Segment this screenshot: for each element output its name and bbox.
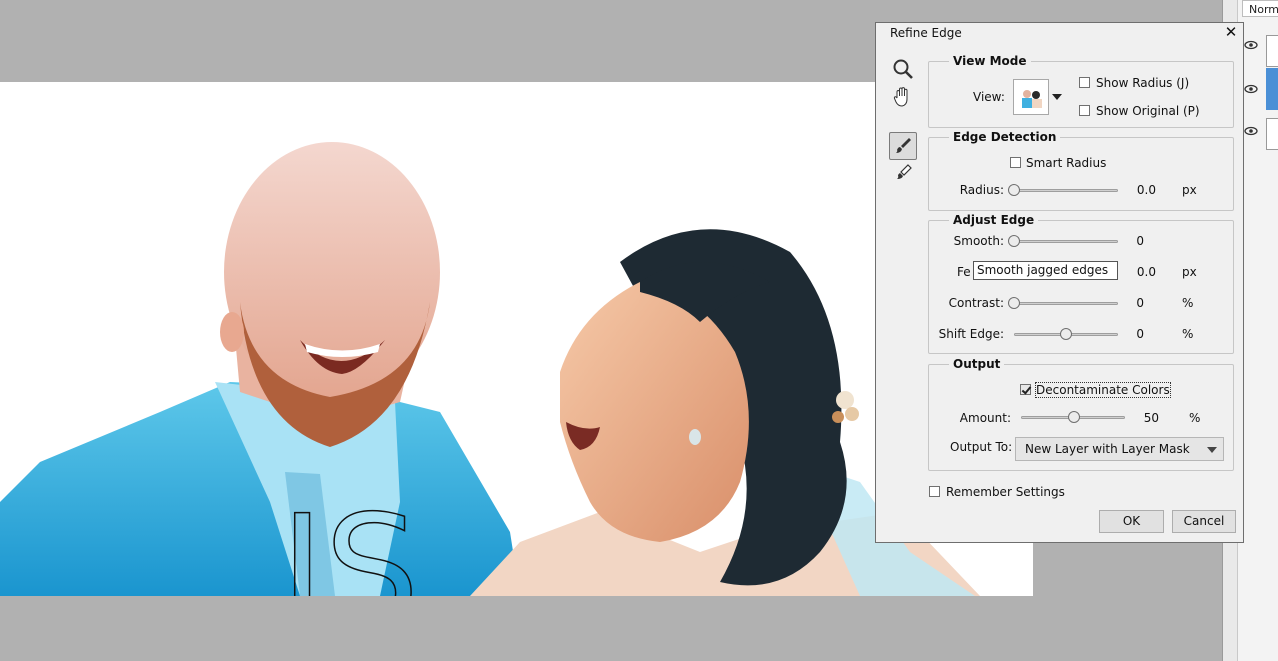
view-thumbnail[interactable] [1013, 79, 1049, 115]
radius-label: Radius: [959, 183, 1004, 197]
amount-label: Amount: [959, 411, 1011, 425]
shift-edge-label: Shift Edge: [938, 327, 1004, 341]
view-preview-icon [1014, 80, 1048, 114]
amount-slider[interactable] [1021, 411, 1125, 423]
ok-button[interactable]: OK [1099, 510, 1164, 533]
amount-slider-thumb[interactable] [1068, 411, 1080, 423]
feather-unit: px [1182, 265, 1197, 279]
brush-icon [896, 138, 911, 153]
output-title: Output [949, 357, 1005, 371]
hand-icon [893, 87, 908, 107]
dialog-title: Refine Edge [890, 26, 962, 40]
eye-icon[interactable] [1244, 84, 1258, 94]
smooth-slider-thumb[interactable] [1008, 235, 1020, 247]
show-original-checkbox[interactable] [1079, 105, 1090, 116]
layer-thumbnail[interactable] [1266, 118, 1278, 150]
smooth-label: Smooth: [953, 234, 1004, 248]
show-original-label: Show Original (P) [1096, 104, 1200, 118]
layer-thumbnail[interactable] [1266, 35, 1278, 67]
output-to-dropdown[interactable]: New Layer with Layer Mask [1015, 437, 1224, 461]
amount-unit: % [1189, 411, 1201, 425]
show-radius-checkbox[interactable] [1079, 77, 1090, 88]
shift-edge-value[interactable]: 0 [1104, 327, 1144, 341]
feather-label: Fe [957, 265, 971, 279]
refine-edge-dialog: Refine Edge ✕ View Mode View: Show Radiu… [875, 22, 1244, 543]
feather-value[interactable]: 0.0 [1116, 265, 1156, 279]
overlay-text: IS [280, 484, 419, 596]
magnifier-icon [893, 59, 913, 79]
smooth-slider[interactable] [1008, 235, 1118, 247]
smart-radius-label: Smart Radius [1026, 156, 1107, 170]
refine-radius-tool[interactable] [889, 132, 917, 160]
close-button[interactable]: ✕ [1223, 24, 1239, 40]
contrast-slider-thumb[interactable] [1008, 297, 1020, 309]
contrast-value[interactable]: 0 [1104, 296, 1144, 310]
view-mode-title: View Mode [949, 54, 1031, 68]
erase-refinements-tool[interactable] [889, 159, 917, 187]
output-to-value: New Layer with Layer Mask [1025, 442, 1190, 456]
chevron-down-icon [1207, 447, 1217, 453]
decontaminate-colors-checkbox[interactable] [1020, 384, 1031, 395]
view-label: View: [973, 90, 1005, 104]
shift-edge-slider[interactable] [1014, 328, 1118, 340]
radius-unit: px [1182, 183, 1197, 197]
remember-settings-label: Remember Settings [946, 485, 1065, 499]
contrast-slider[interactable] [1008, 297, 1118, 309]
smart-radius-checkbox[interactable] [1010, 157, 1021, 168]
cancel-button[interactable]: Cancel [1172, 510, 1236, 533]
tooltip: Smooth jagged edges [973, 261, 1118, 280]
radius-slider-thumb[interactable] [1008, 184, 1020, 196]
adjust-edge-title: Adjust Edge [949, 213, 1039, 227]
amount-value[interactable]: 50 [1119, 411, 1159, 425]
edge-detection-title: Edge Detection [949, 130, 1061, 144]
eraser-brush-icon [897, 164, 912, 179]
contrast-unit: % [1182, 296, 1194, 310]
show-radius-label: Show Radius (J) [1096, 76, 1190, 90]
contrast-label: Contrast: [948, 296, 1004, 310]
hand-tool[interactable] [889, 83, 917, 111]
radius-value[interactable]: 0.0 [1116, 183, 1156, 197]
shift-edge-unit: % [1182, 327, 1194, 341]
layer-thumbnail-selected[interactable] [1266, 68, 1278, 110]
radius-slider[interactable] [1008, 184, 1118, 196]
output-to-label: Output To: [950, 440, 1013, 454]
decontaminate-colors-label: Decontaminate Colors [1035, 382, 1171, 398]
view-dropdown-caret[interactable] [1052, 94, 1062, 100]
shift-edge-slider-thumb[interactable] [1060, 328, 1072, 340]
eye-icon[interactable] [1244, 126, 1258, 136]
blend-mode-dropdown[interactable]: Normal [1242, 0, 1278, 17]
remember-settings-checkbox[interactable] [929, 486, 940, 497]
smooth-value[interactable]: 0 [1104, 234, 1144, 248]
zoom-tool[interactable] [889, 56, 917, 84]
edge-detection-group: Edge Detection [928, 130, 1234, 211]
eye-icon[interactable] [1244, 40, 1258, 50]
